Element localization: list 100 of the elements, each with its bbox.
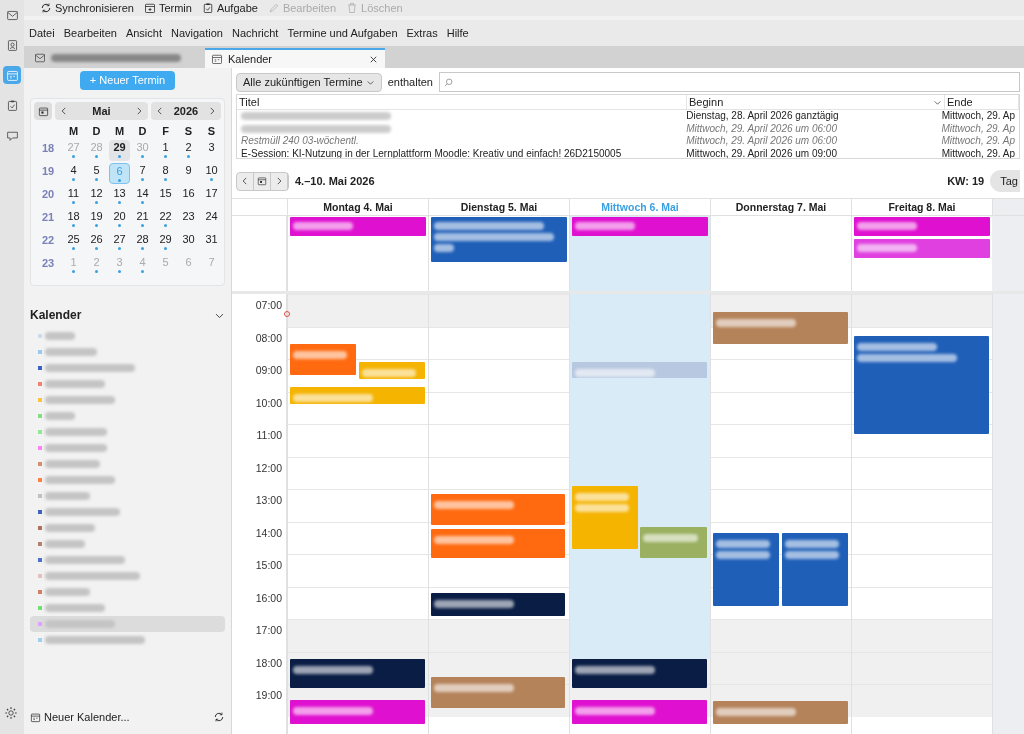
weekday-label: M: [113, 124, 126, 139]
calendar-plus-icon: [143, 2, 156, 14]
menu-item[interactable]: Extras: [406, 24, 438, 42]
redacted-text: [45, 348, 97, 356]
calendar-day[interactable]: 20: [109, 209, 130, 230]
redacted-text: [575, 222, 635, 230]
calendar-day[interactable]: 2: [178, 140, 199, 161]
redacted-text: [45, 492, 90, 500]
day-header: Mittwoch 6. Mai: [569, 199, 710, 215]
calendar-day[interactable]: 10: [201, 163, 222, 184]
today-button[interactable]: [34, 102, 52, 120]
menu-item[interactable]: Navigation: [171, 24, 223, 42]
table-cell-text: Dienstag, 28. April 2026 ganztägig: [685, 110, 840, 123]
week-number: 23: [40, 256, 56, 271]
redacted-text: [785, 551, 839, 559]
search-field[interactable]: [438, 72, 1020, 92]
menu-item[interactable]: Hilfe: [446, 24, 469, 42]
calendar-day[interactable]: 28: [132, 232, 153, 253]
calendar-day[interactable]: 4: [63, 163, 84, 184]
settings-button[interactable]: [4, 706, 18, 720]
calendar-day[interactable]: 15: [155, 186, 176, 207]
redacted-text: [45, 332, 75, 340]
agenda-row[interactable]: Mittwoch, 29. April 2026 um 06:00 Mittwoch, 29. Ap: [237, 122, 1019, 135]
chevron-left-icon: [59, 106, 69, 116]
time-label: 13:00: [255, 493, 282, 508]
view-tab[interactable]: Tag: [990, 170, 1020, 192]
toolbar-button[interactable]: Termin: [143, 0, 192, 17]
redacted-text: [293, 222, 353, 230]
calendar-day[interactable]: 16: [178, 186, 199, 207]
menu-item[interactable]: Nachricht: [231, 24, 279, 42]
calendar-day[interactable]: 14: [132, 186, 153, 207]
calendar-day[interactable]: 25: [63, 232, 84, 253]
time-label: 15:00: [255, 558, 282, 573]
weekday-label: F: [161, 124, 170, 139]
address-book-icon: [5, 38, 19, 52]
tab[interactable]: Kalender: [205, 48, 385, 68]
chevron-right-icon: [207, 106, 217, 116]
agenda-row[interactable]: E-Session: KI-Nutzung in der Lernplattform Moodle: Kreativ und einfach! 26D2150005 Mittwoch, 29. April 2026 um 09:00 Mittwoch, 29. Ap: [237, 147, 1019, 158]
sync-icon: [40, 2, 52, 14]
week-number: 21: [40, 210, 56, 225]
week-number: 22: [40, 233, 56, 248]
redacted-text: [857, 222, 917, 230]
month-label: Mai: [91, 103, 112, 119]
calendar-icon: [5, 68, 19, 82]
calendar-day[interactable]: 26: [86, 232, 107, 253]
menu-item[interactable]: Datei: [29, 24, 55, 42]
week-number: KW: 19: [947, 173, 985, 189]
range-dropdown[interactable]: Alle zukünftigen Termine: [236, 72, 382, 92]
redacted-text: [45, 428, 107, 436]
calendar-day[interactable]: 30: [178, 232, 199, 253]
calendar-day[interactable]: 5: [86, 163, 107, 184]
redacted-text: [785, 540, 839, 548]
time-label: 09:00: [255, 363, 282, 378]
calendar-day[interactable]: 29: [109, 140, 130, 161]
calendar-day[interactable]: 31: [201, 232, 222, 253]
time-label: 18:00: [255, 655, 282, 671]
time-label: 14:00: [255, 525, 282, 541]
menu-item[interactable]: Bearbeiten: [63, 24, 117, 42]
calendar-list-item[interactable]: [30, 616, 225, 632]
calendar-day[interactable]: 24: [201, 209, 222, 230]
pencil-icon: [267, 2, 280, 14]
calendar-day[interactable]: 18: [63, 209, 84, 230]
calendar-day[interactable]: 8: [155, 163, 176, 184]
agenda-row[interactable]: Dienstag, 28. April 2026 ganztägig Mittwoch, 29. Ap: [237, 110, 1019, 123]
settings-icon: [4, 706, 18, 720]
column-header[interactable]: Ende: [945, 95, 1019, 109]
agenda-row[interactable]: Restmüll 240 03-wöchentl. Mittwoch, 29. April 2026 um 06:00 Mittwoch, 29. Ap: [237, 135, 1019, 148]
menu-item[interactable]: Termine und Aufgaben: [287, 24, 398, 42]
calendar-day[interactable]: 3: [201, 140, 222, 161]
calendar-day[interactable]: 21: [132, 209, 153, 230]
refresh-button[interactable]: [213, 711, 225, 723]
calendar-day[interactable]: 1: [155, 140, 176, 161]
calendar-today-icon: [37, 105, 49, 117]
calendar-day[interactable]: 29: [155, 232, 176, 253]
calendar-day[interactable]: 13: [109, 186, 130, 207]
column-header[interactable]: Beginn: [687, 95, 945, 109]
calendar-day[interactable]: 23: [178, 209, 199, 230]
calendar-day[interactable]: 7: [132, 163, 153, 184]
week-number: 18: [40, 141, 56, 156]
redacted-text: [575, 504, 629, 512]
toolbar-button[interactable]: Aufgabe: [201, 0, 258, 17]
calendar-day[interactable]: 17: [201, 186, 222, 207]
redacted-text: [45, 540, 85, 548]
calendar-day[interactable]: 12: [86, 186, 107, 207]
calendar-day[interactable]: 9: [178, 163, 199, 184]
calendar-day[interactable]: 22: [155, 209, 176, 230]
toolbar-button[interactable]: Synchronisieren: [40, 0, 134, 17]
table-cell-text: Mittwoch, 29. April 2026 um 09:00: [685, 147, 838, 158]
redacted-text: [716, 540, 770, 548]
redacted-text: [575, 493, 629, 501]
calendar-day[interactable]: 27: [109, 232, 130, 253]
calendar-day[interactable]: 19: [86, 209, 107, 230]
column-header[interactable]: Titel: [237, 95, 687, 109]
rail-button[interactable]: [3, 66, 21, 84]
chevron-right-icon: [274, 176, 284, 186]
table-cell-text: Mittwoch, 29. April 2026 um 06:00: [685, 122, 838, 135]
new-calendar-button[interactable]: Neuer Kalender...: [30, 708, 130, 726]
calendar-day[interactable]: 11: [63, 186, 84, 207]
redacted-text: [45, 524, 95, 532]
menu-item[interactable]: Ansicht: [125, 24, 162, 42]
